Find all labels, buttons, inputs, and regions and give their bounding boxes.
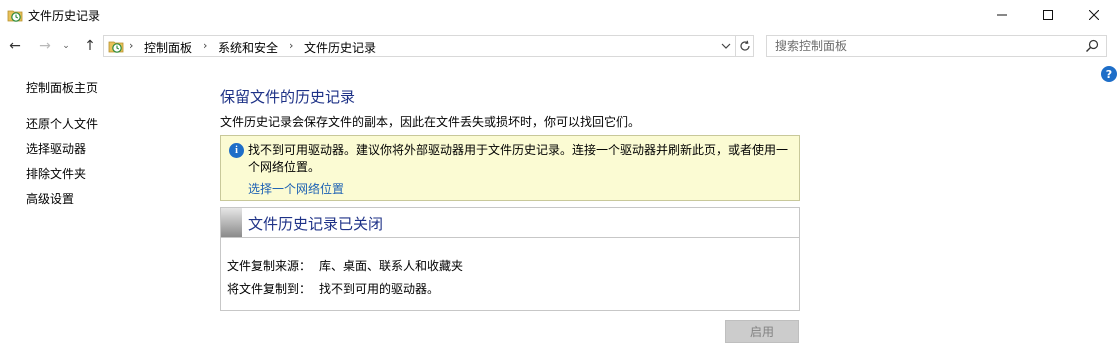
- help-icon[interactable]: ?: [1101, 66, 1117, 82]
- maximize-button[interactable]: [1025, 0, 1071, 30]
- close-icon: [1089, 10, 1099, 20]
- sidebar-item-advanced-settings[interactable]: 高级设置: [26, 190, 74, 207]
- breadcrumb-system-security[interactable]: 系统和安全: [218, 39, 278, 56]
- info-icon: i: [229, 143, 244, 158]
- back-arrow-icon: ←: [9, 38, 21, 54]
- page-title: 保留文件的历史记录: [220, 88, 356, 106]
- copy-source-value: 库、桌面、联系人和收藏夹: [319, 259, 464, 273]
- up-button[interactable]: ↑: [80, 35, 100, 57]
- breadcrumb-control-panel[interactable]: 控制面板: [144, 39, 192, 56]
- minimize-button[interactable]: [979, 0, 1025, 30]
- chevron-down-icon: [721, 43, 730, 49]
- address-dropdown-button[interactable]: [716, 36, 736, 56]
- up-arrow-icon: ↑: [84, 38, 96, 54]
- status-indicator-bar: [221, 208, 242, 237]
- select-network-location-link[interactable]: 选择一个网络位置: [248, 180, 344, 197]
- copy-destination-value: 找不到可用的驱动器。: [319, 282, 440, 296]
- search-box[interactable]: [766, 35, 1107, 57]
- sidebar-item-select-drive[interactable]: 选择驱动器: [26, 140, 86, 157]
- title-bar: 文件历史记录: [0, 0, 1117, 30]
- close-button[interactable]: [1071, 0, 1117, 30]
- copy-source-label: 文件复制来源：: [227, 259, 312, 273]
- breadcrumb-separator-icon[interactable]: ›: [203, 39, 207, 52]
- recent-locations-button[interactable]: ⌄: [59, 35, 73, 57]
- forward-button[interactable]: →: [35, 35, 55, 57]
- refresh-icon: [740, 40, 750, 51]
- search-input[interactable]: [767, 36, 1077, 56]
- file-history-icon: [7, 10, 23, 22]
- forward-arrow-icon: →: [39, 38, 51, 54]
- search-icon: [1086, 39, 1099, 52]
- status-header: 文件历史记录已关闭: [221, 208, 799, 238]
- chevron-down-icon: ⌄: [62, 41, 70, 51]
- window-title: 文件历史记录: [28, 9, 101, 23]
- page-description: 文件历史记录会保存文件的副本，因此在文件丢失或损坏时，你可以找回它们。: [220, 115, 641, 129]
- warning-text: 找不到可用驱动器。建议你将外部驱动器用于文件历史记录。连接一个驱动器并刷新此页，…: [248, 143, 789, 174]
- breadcrumb-separator-icon[interactable]: ›: [129, 39, 133, 52]
- refresh-button[interactable]: [736, 36, 754, 56]
- breadcrumb-file-history[interactable]: 文件历史记录: [304, 39, 376, 56]
- minimize-icon: [997, 14, 1007, 16]
- file-history-icon: [108, 41, 124, 53]
- status-title: 文件历史记录已关闭: [248, 215, 384, 233]
- copy-destination-label: 将文件复制到：: [227, 282, 312, 296]
- navigation-bar: ← → ⌄ ↑ › 控制面板 › 系统和安全 › 文件历史记录: [0, 30, 1117, 62]
- status-panel: 文件历史记录已关闭 文件复制来源： 库、桌面、联系人和收藏夹 将文件复制到： 找…: [220, 207, 800, 311]
- warning-panel: i 找不到可用驱动器。建议你将外部驱动器用于文件历史记录。连接一个驱动器并刷新此…: [220, 135, 800, 201]
- breadcrumb-separator-icon[interactable]: ›: [289, 39, 293, 52]
- maximize-icon: [1043, 10, 1053, 20]
- address-bar[interactable]: › 控制面板 › 系统和安全 › 文件历史记录: [103, 35, 754, 57]
- sidebar-item-restore-files[interactable]: 还原个人文件: [26, 115, 98, 132]
- enable-button[interactable]: 启用: [725, 320, 799, 343]
- sidebar-item-exclude-folders[interactable]: 排除文件夹: [26, 165, 86, 182]
- sidebar-item-control-panel-home[interactable]: 控制面板主页: [26, 79, 98, 96]
- back-button[interactable]: ←: [5, 35, 25, 57]
